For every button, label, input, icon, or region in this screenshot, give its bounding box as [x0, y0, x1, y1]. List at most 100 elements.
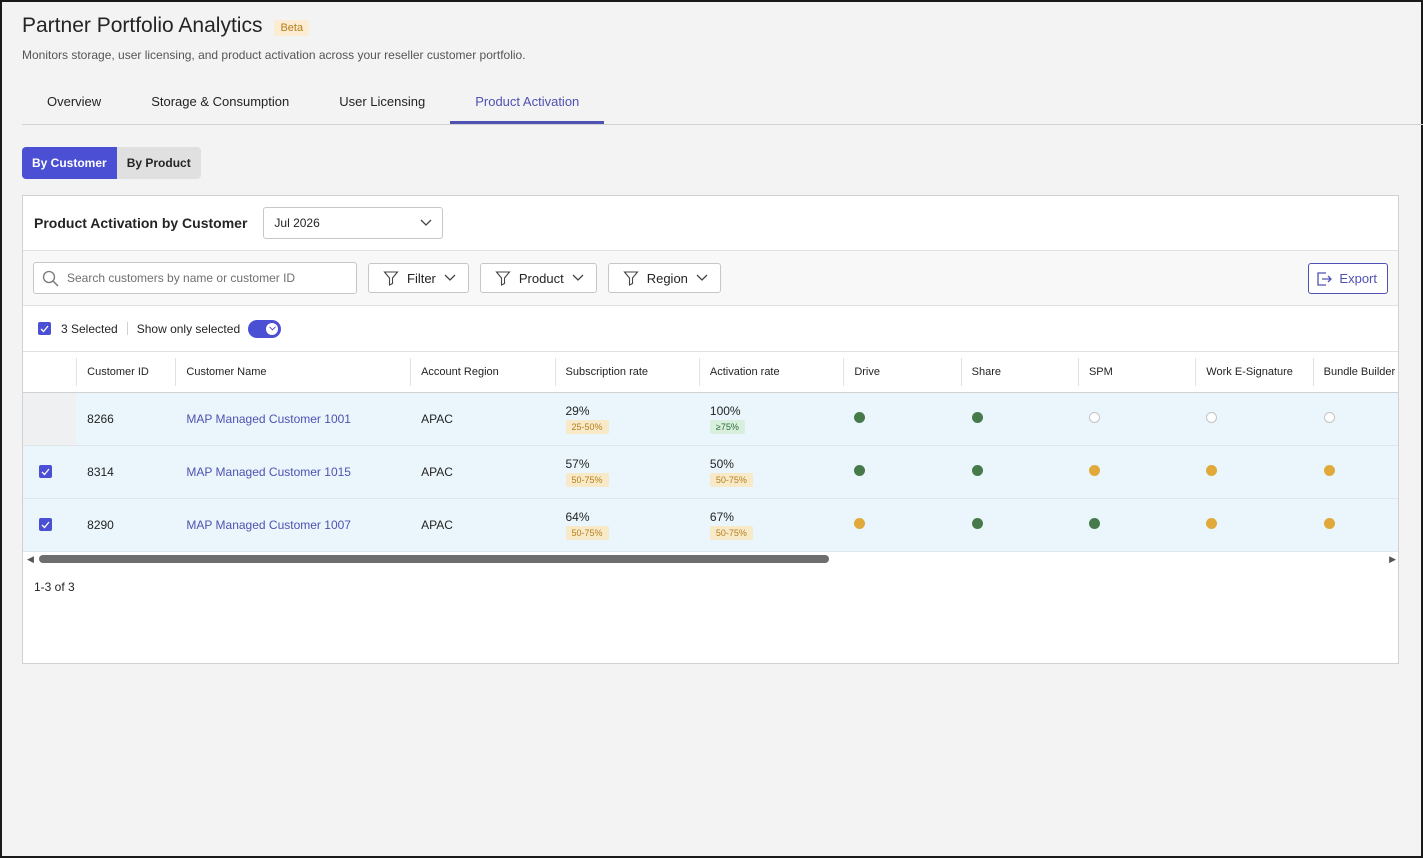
checkmark-icon	[41, 521, 50, 528]
customer-id: 8290	[76, 498, 176, 552]
select-all-checkbox[interactable]	[38, 322, 51, 335]
spm-status-cell	[1077, 445, 1196, 499]
row-checkbox-cell[interactable]	[23, 392, 77, 446]
status-dot-icon	[1088, 411, 1100, 423]
subscription-rate-cell: 29% 25-50%	[554, 392, 699, 446]
tab-overview[interactable]: Overview	[22, 82, 126, 124]
status-dot-icon	[1206, 517, 1218, 529]
status-dot-icon	[1323, 411, 1335, 423]
checkmark-icon	[40, 325, 49, 332]
bundle-builder-status-cell	[1312, 498, 1398, 552]
subscription-rate: 64%	[565, 509, 590, 524]
bundle-builder-status-cell	[1312, 392, 1398, 446]
spm-status-cell	[1077, 392, 1196, 446]
show-only-selected-toggle[interactable]	[248, 319, 282, 338]
table-row[interactable]: 8266 MAP Managed Customer 1001 APAC 29% 25-5…	[23, 392, 1398, 446]
activation-rate: 67%	[709, 509, 734, 524]
bundle-builder-status-cell	[1312, 445, 1398, 499]
subscription-band-badge: 50-75%	[565, 472, 609, 487]
column-header[interactable]: Bundle Builder	[1312, 352, 1398, 393]
scroll-right-icon[interactable]: ▶	[1389, 554, 1396, 565]
customer-name-cell: MAP Managed Customer 1001	[175, 392, 411, 446]
show-only-selected-label: Show only selected	[136, 321, 241, 336]
product-filter-button[interactable]: Product	[479, 263, 597, 293]
tab-storage-consumption[interactable]: Storage & Consumption	[126, 82, 314, 124]
row-checkbox[interactable]	[39, 465, 52, 478]
column-header[interactable]: Account Region	[410, 352, 555, 393]
column-header[interactable]: Subscription rate	[554, 352, 699, 393]
activation-rate-cell: 67% 50-75%	[698, 498, 844, 552]
account-region: APAC	[410, 498, 555, 552]
column-header[interactable]: Drive	[843, 352, 961, 393]
activation-band-badge: 50-75%	[709, 472, 753, 487]
column-header[interactable]: Share	[960, 352, 1078, 393]
beta-badge: Beta	[274, 20, 310, 36]
checkmark-icon	[41, 468, 50, 475]
drive-status-cell	[843, 392, 961, 446]
status-dot-icon	[854, 517, 866, 529]
filter-label: Filter	[407, 270, 436, 286]
status-dot-icon	[1088, 464, 1100, 476]
selection-bar: 3 Selected Show only selected	[23, 306, 1398, 352]
tab-bar: Overview Storage & Consumption User Lice…	[22, 82, 1423, 125]
share-status-cell	[960, 498, 1078, 552]
subscription-rate-cell: 64% 50-75%	[554, 498, 699, 552]
subscription-band-badge: 25-50%	[565, 419, 609, 434]
filter-icon	[623, 271, 639, 286]
chevron-down-icon	[268, 326, 276, 331]
horizontal-scrollbar[interactable]: ◀ ▶	[23, 551, 1398, 566]
drive-status-cell	[843, 445, 961, 499]
subscription-rate: 29%	[565, 403, 590, 418]
status-dot-icon	[971, 411, 983, 423]
scroll-left-icon[interactable]: ◀	[27, 554, 34, 565]
work-e-signature-status-cell	[1195, 445, 1313, 499]
export-button[interactable]: Export	[1308, 263, 1388, 294]
subscription-band-badge: 50-75%	[565, 525, 609, 540]
activation-table: Customer ID Customer Name Account Region…	[23, 352, 1398, 552]
table-row[interactable]: 8290 MAP Managed Customer 1007 APAC 64% 50-7…	[23, 498, 1398, 552]
column-header[interactable]: SPM	[1077, 352, 1196, 393]
chevron-down-icon	[444, 274, 456, 281]
account-region: APAC	[410, 392, 555, 446]
column-header[interactable]: Customer ID	[76, 352, 176, 393]
status-dot-icon	[971, 464, 983, 476]
column-header[interactable]: Customer Name	[175, 352, 411, 393]
spm-status-cell	[1077, 498, 1196, 552]
tab-user-licensing[interactable]: User Licensing	[314, 82, 450, 124]
filter-button[interactable]: Filter	[368, 263, 469, 293]
status-dot-icon	[1206, 464, 1218, 476]
customer-name-cell: MAP Managed Customer 1015	[175, 445, 411, 499]
search-input[interactable]	[67, 271, 356, 285]
pagination-summary: 1-3 of 3	[34, 579, 75, 594]
scrollbar-thumb[interactable]	[39, 554, 829, 563]
drive-status-cell	[843, 498, 961, 552]
activation-card: Product Activation by Customer Jul 2026 …	[22, 195, 1399, 664]
status-dot-icon	[971, 517, 983, 529]
view-toggle: By Customer By Product	[22, 147, 201, 179]
by-customer-button[interactable]: By Customer	[22, 147, 117, 179]
region-filter-button[interactable]: Region	[607, 263, 721, 293]
status-dot-icon	[854, 464, 866, 476]
chevron-down-icon	[572, 274, 584, 281]
row-checkbox[interactable]	[39, 518, 52, 531]
column-header[interactable]: Activation rate	[698, 352, 844, 393]
search-icon	[42, 270, 59, 286]
customer-name-link[interactable]: MAP Managed Customer 1007	[186, 518, 351, 532]
chevron-down-icon	[696, 274, 708, 281]
account-region: APAC	[410, 445, 555, 499]
divider	[126, 322, 128, 335]
activation-rate: 50%	[709, 456, 734, 471]
table-row[interactable]: 8314 MAP Managed Customer 1015 APAC 57% 50-7…	[23, 445, 1398, 499]
customer-name-link[interactable]: MAP Managed Customer 1001	[186, 412, 351, 426]
card-title: Product Activation by Customer	[34, 215, 248, 231]
column-header[interactable]: Work E-Signature	[1195, 352, 1313, 393]
tab-product-activation[interactable]: Product Activation	[450, 82, 605, 124]
by-product-button[interactable]: By Product	[116, 147, 201, 179]
customer-name-cell: MAP Managed Customer 1007	[175, 498, 411, 552]
share-status-cell	[960, 445, 1078, 499]
export-label: Export	[1339, 271, 1377, 286]
region-filter-label: Region	[646, 270, 688, 286]
work-e-signature-status-cell	[1195, 498, 1313, 552]
customer-name-link[interactable]: MAP Managed Customer 1015	[186, 465, 351, 479]
month-dropdown[interactable]: Jul 2026	[263, 207, 444, 239]
